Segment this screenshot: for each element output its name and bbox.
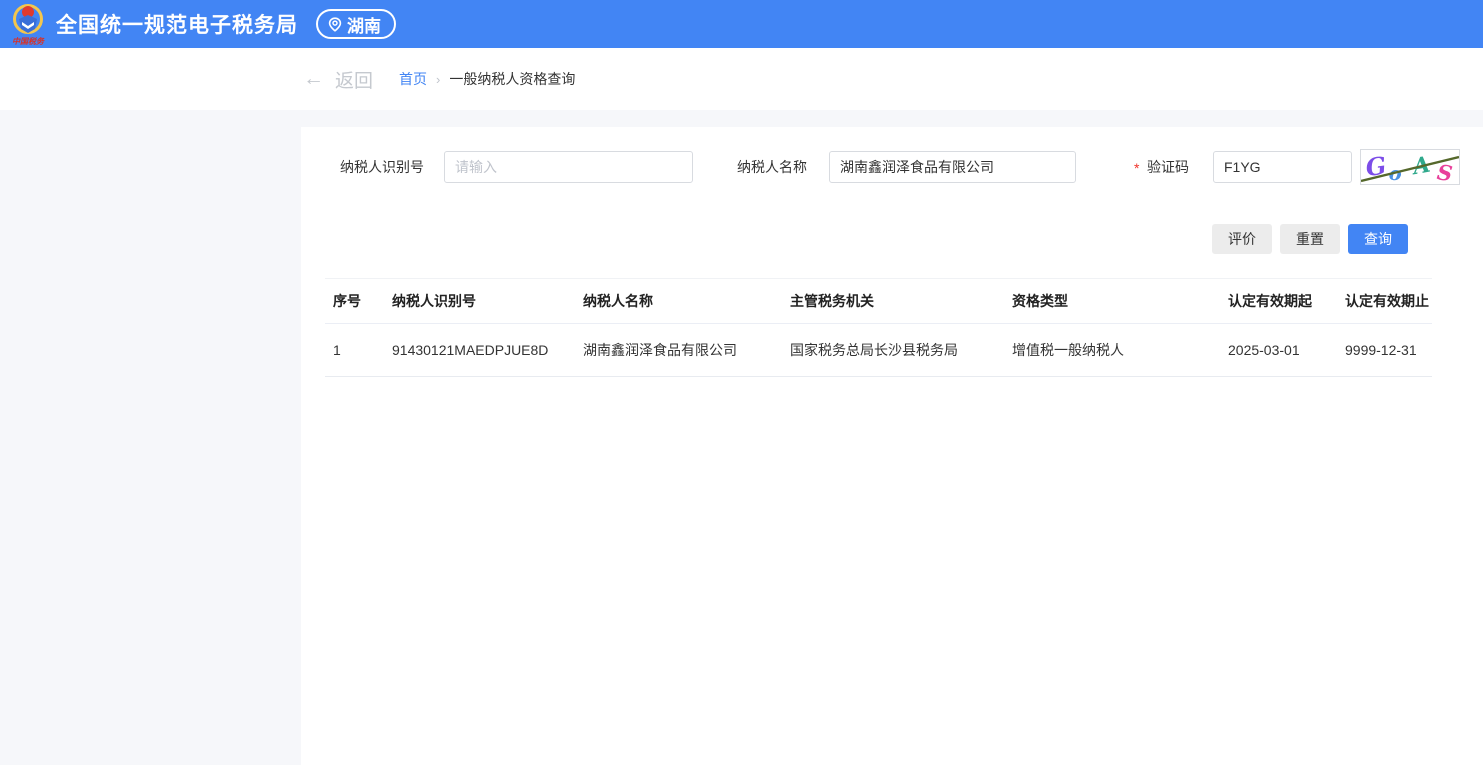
content-card: 纳税人识别号 纳税人名称 * 验证码 G o A S 评价 重置 查询 序号 纳… [301, 127, 1483, 765]
back-label: 返回 [335, 66, 373, 93]
col-header-valid-to: 认定有效期止 [1345, 279, 1432, 324]
cell-valid-from: 2025-03-01 [1228, 324, 1345, 377]
cell-valid-to: 9999-12-31 [1345, 324, 1432, 377]
required-asterisk: * [1134, 151, 1139, 183]
breadcrumb-bar: ← 返回 首页 › 一般纳税人资格查询 [0, 48, 1483, 110]
captcha-label: 验证码 [1147, 151, 1189, 183]
region-label: 湖南 [347, 12, 381, 37]
query-button[interactable]: 查询 [1348, 224, 1408, 254]
back-arrow-icon: ← [303, 67, 324, 91]
tax-bureau-logo: 中国税务 [8, 2, 48, 46]
captcha-image[interactable]: G o A S [1360, 149, 1460, 185]
col-header-taxpayer-name: 纳税人名称 [583, 279, 790, 324]
captcha-characters: G o A S [1361, 150, 1459, 184]
china-tax-emblem-icon: 中国税务 [8, 2, 48, 46]
col-header-valid-from: 认定有效期起 [1228, 279, 1345, 324]
table-header-row: 序号 纳税人识别号 纳税人名称 主管税务机关 资格类型 认定有效期起 认定有效期… [325, 279, 1432, 324]
cell-taxpayer-id: 91430121MAEDPJUE8D [392, 324, 583, 377]
svg-text:中国税务: 中国税务 [12, 37, 45, 46]
reset-button[interactable]: 重置 [1280, 224, 1340, 254]
col-header-qualification-type: 资格类型 [1012, 279, 1228, 324]
results-table: 序号 纳税人识别号 纳税人名称 主管税务机关 资格类型 认定有效期起 认定有效期… [325, 278, 1432, 377]
taxpayer-name-input[interactable] [829, 151, 1076, 183]
cell-index: 1 [325, 324, 392, 377]
col-header-taxpayer-id: 纳税人识别号 [392, 279, 583, 324]
breadcrumb: 首页 › 一般纳税人资格查询 [399, 69, 575, 89]
breadcrumb-home-link[interactable]: 首页 [399, 69, 427, 89]
breadcrumb-separator: › [436, 72, 440, 87]
table-row: 1 91430121MAEDPJUE8D 湖南鑫润泽食品有限公司 国家税务总局长… [325, 324, 1432, 377]
col-header-tax-authority: 主管税务机关 [790, 279, 1012, 324]
cell-qualification-type: 增值税一般纳税人 [1012, 324, 1228, 377]
back-button[interactable]: ← 返回 [303, 66, 373, 93]
app-title: 全国统一规范电子税务局 [56, 9, 298, 39]
region-badge[interactable]: 湖南 [316, 9, 396, 39]
cell-tax-authority: 国家税务总局长沙县税务局 [790, 324, 1012, 377]
captcha-input[interactable] [1213, 151, 1352, 183]
cell-taxpayer-name: 湖南鑫润泽食品有限公司 [583, 324, 790, 377]
col-header-index: 序号 [325, 279, 392, 324]
taxpayer-name-label: 纳税人名称 [737, 151, 807, 183]
location-pin-icon [328, 17, 342, 32]
taxpayer-id-input[interactable] [444, 151, 693, 183]
breadcrumb-current-page: 一般纳税人资格查询 [449, 69, 575, 89]
app-header: 中国税务 全国统一规范电子税务局 湖南 [0, 0, 1483, 48]
evaluate-button[interactable]: 评价 [1212, 224, 1272, 254]
taxpayer-id-label: 纳税人识别号 [340, 151, 424, 183]
action-button-row: 评价 重置 查询 [1212, 224, 1408, 254]
